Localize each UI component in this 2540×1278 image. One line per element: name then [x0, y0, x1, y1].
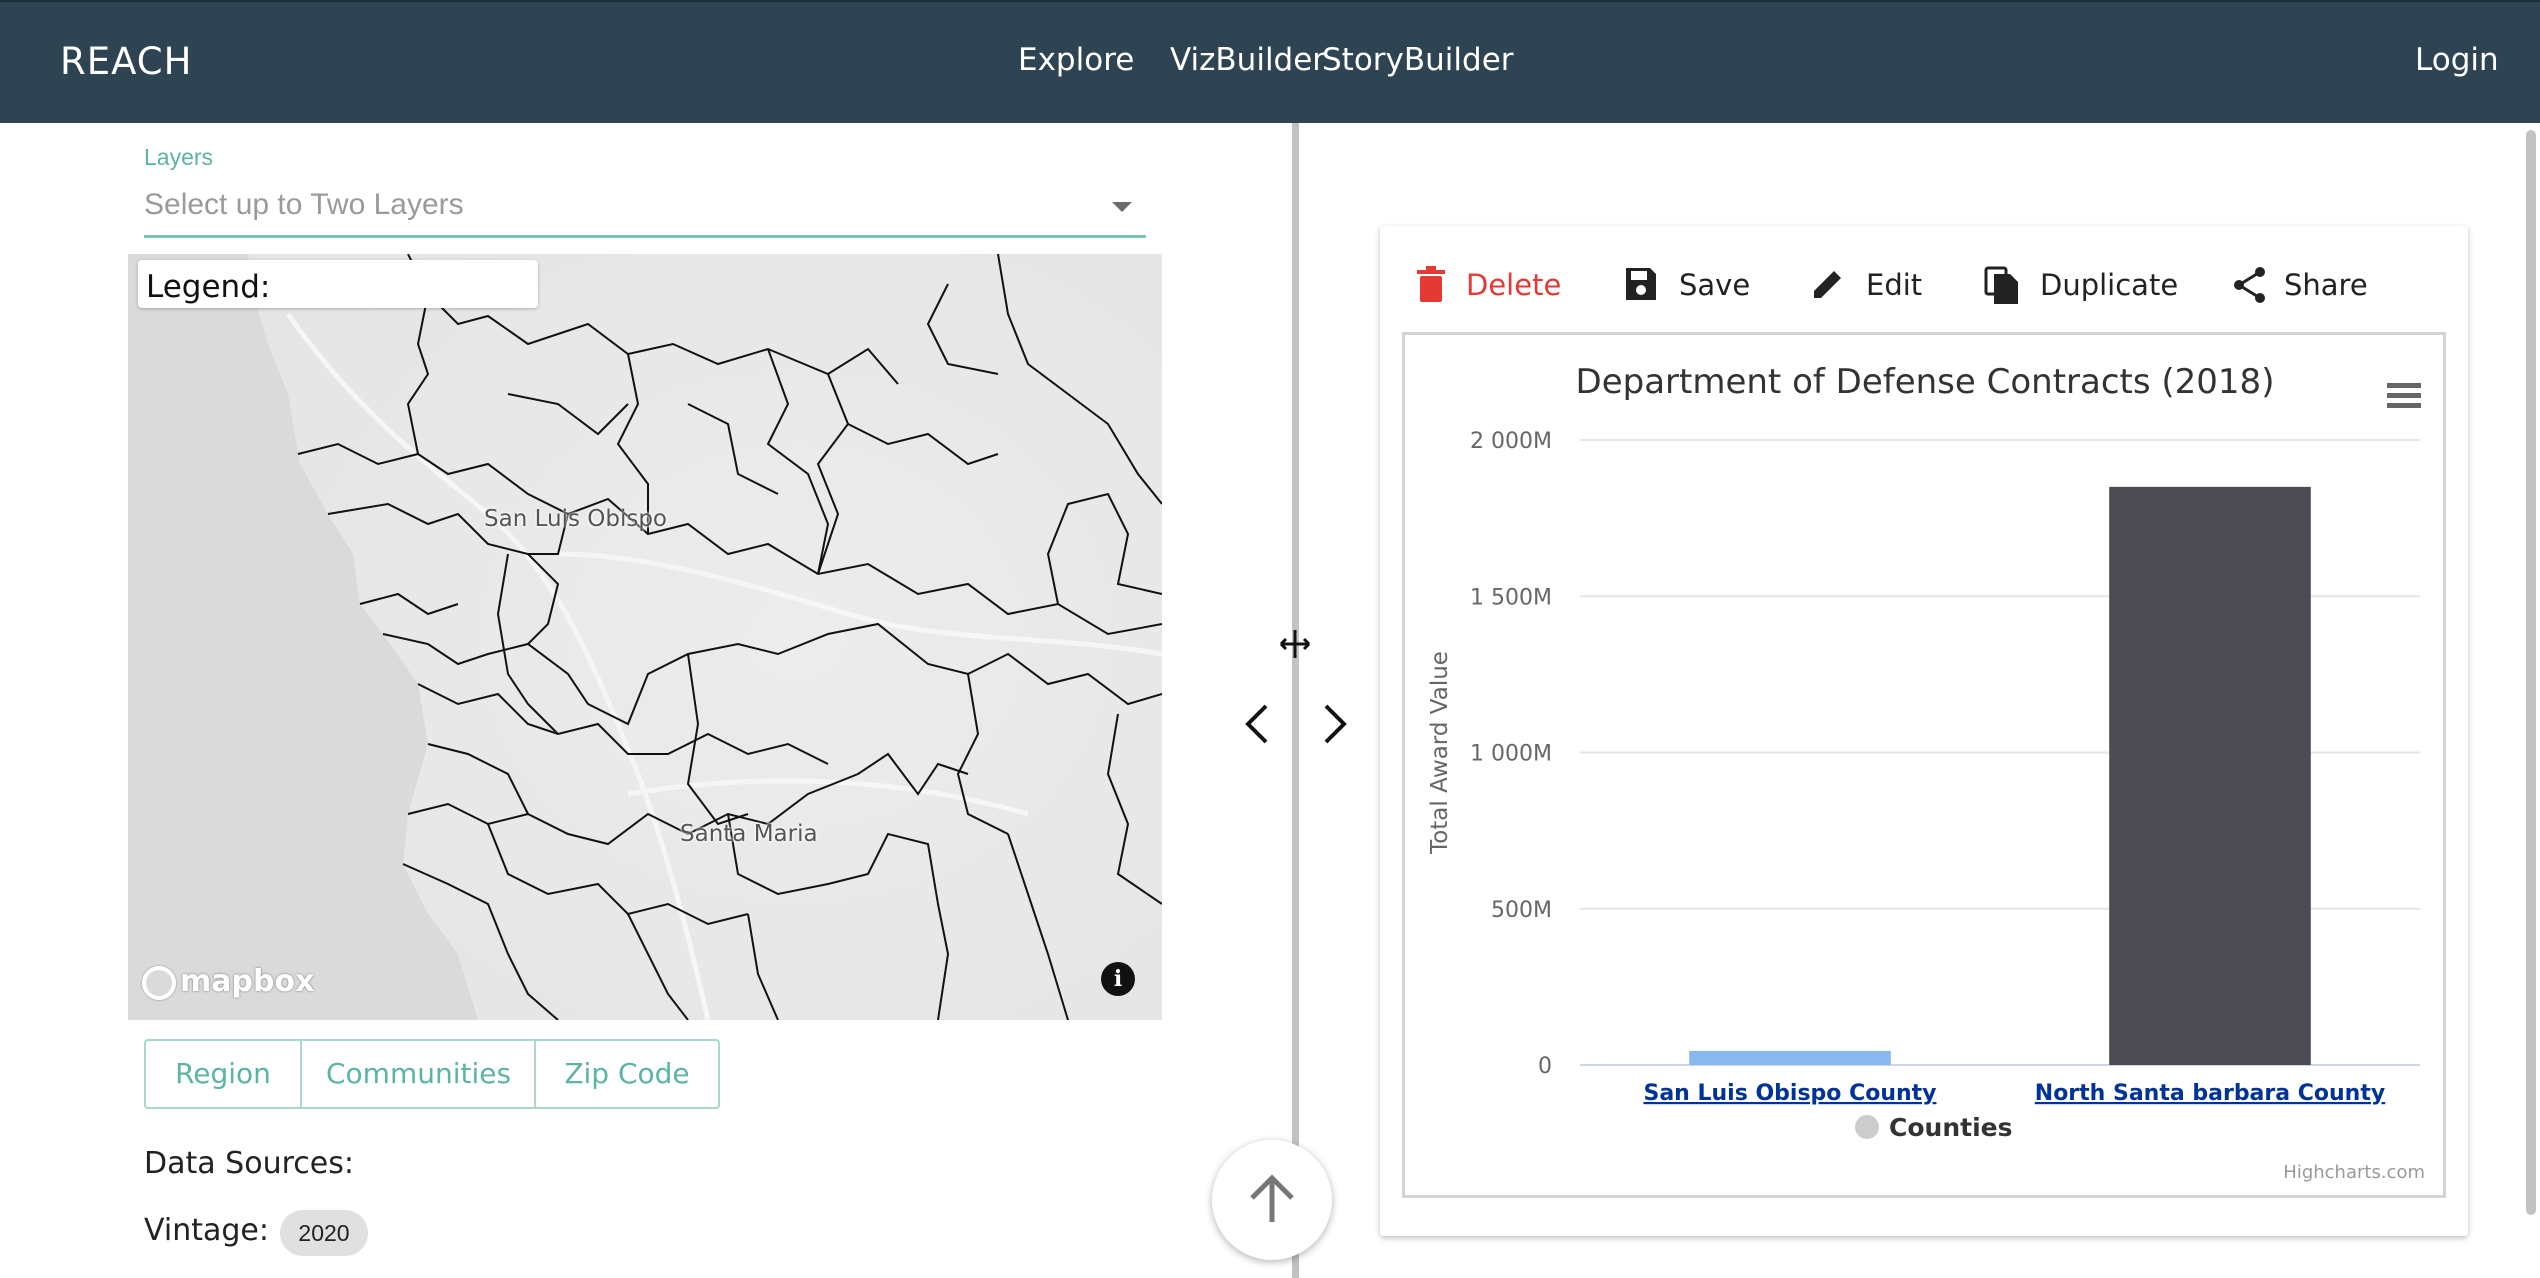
reach-logo[interactable]: REACH [60, 40, 192, 83]
chevron-right-icon[interactable] [1316, 700, 1356, 748]
share-label: Share [2284, 268, 2368, 302]
data-sources-label: Data Sources: [144, 1146, 354, 1181]
chevron-down-icon[interactable] [1112, 202, 1132, 212]
y-tick-label: 1 000M [1470, 742, 1552, 767]
y-tick-label: 0 [1538, 1054, 1552, 1079]
tab-communities[interactable]: Communities [302, 1041, 536, 1107]
y-tick-label: 2 000M [1470, 429, 1552, 454]
legend-item[interactable]: Counties [1889, 1113, 2012, 1142]
geography-tabs: Region Communities Zip Code [144, 1039, 720, 1109]
tab-zip-code[interactable]: Zip Code [536, 1041, 718, 1107]
place-label-san-luis-obispo: San Luis Obispo [484, 506, 668, 532]
login-link[interactable]: Login [2415, 42, 2499, 78]
floppy-disk-icon [1626, 268, 1656, 300]
resize-handle-icon[interactable] [1278, 627, 1312, 661]
y-tick-label: 1 500M [1470, 585, 1552, 610]
tab-region[interactable]: Region [146, 1041, 302, 1107]
arrow-up-icon [1250, 1174, 1294, 1222]
nav-vizbuilder[interactable]: VizBuilder [1170, 42, 1325, 78]
edit-label: Edit [1866, 268, 1923, 302]
copy-icon [1984, 266, 2018, 304]
visualization-card: Delete Save Edit Duplicate Share Departm… [1380, 226, 2468, 1236]
share-icon [2234, 267, 2265, 303]
map-legend: Legend: [138, 260, 538, 308]
pencil-icon [1814, 271, 1841, 298]
top-navbar: REACH Explore VizBuilder StoryBuilder Lo… [0, 0, 2540, 123]
bar [2109, 486, 2311, 1065]
bar [1689, 1050, 1891, 1065]
save-label: Save [1679, 268, 1751, 302]
highcharts-credits[interactable]: Highcharts.com [2283, 1162, 2425, 1183]
chart-container: Department of Defense Contracts (2018) 0 5… [1402, 332, 2446, 1198]
layers-placeholder: Select up to Two Layers [144, 188, 464, 221]
x-tick-label[interactable]: North Santa barbara County [2035, 1081, 2385, 1106]
bar-chart: Department of Defense Contracts (2018) 0 5… [1427, 362, 2425, 1183]
scroll-to-top-button[interactable] [1212, 1140, 1332, 1260]
info-icon[interactable]: i [1101, 962, 1135, 996]
mapbox-logo[interactable]: mapbox [142, 964, 314, 1000]
place-label-santa-maria: Santa Maria [680, 821, 818, 847]
layers-label: Layers [144, 144, 214, 170]
layers-select[interactable]: Select up to Two Layers [144, 186, 1146, 238]
duplicate-label: Duplicate [2040, 268, 2179, 302]
x-tick-label[interactable]: San Luis Obispo County [1643, 1081, 1936, 1106]
nav-storybuilder[interactable]: StoryBuilder [1322, 42, 1514, 78]
mapbox-text: mapbox [180, 964, 315, 999]
chart-title: Department of Defense Contracts (2018) [1576, 362, 2275, 402]
vintage-label: Vintage: [144, 1213, 269, 1248]
map-canvas [128, 254, 1162, 1020]
scrollbar[interactable] [2526, 130, 2536, 1215]
map-view[interactable]: Legend: San Luis Obispo Santa Maria mapb… [128, 254, 1162, 1020]
y-axis-label: Total Award Value [1427, 651, 1453, 855]
y-tick-label: 500M [1491, 898, 1552, 923]
chart-menu-icon-bar [2387, 403, 2421, 408]
panel-divider[interactable] [1292, 123, 1299, 1278]
chevron-left-icon[interactable] [1236, 700, 1276, 748]
legend-label: Legend: [146, 269, 271, 305]
vintage-chip: 2020 [280, 1210, 368, 1256]
delete-label: Delete [1466, 268, 1562, 302]
legend-marker [1855, 1115, 1879, 1139]
nav-explore[interactable]: Explore [1018, 42, 1134, 78]
chart-menu-icon-bar [2387, 393, 2421, 398]
trash-icon [1417, 266, 1445, 302]
chart-menu-icon-bar [2387, 383, 2421, 388]
mapbox-icon [142, 965, 176, 1000]
